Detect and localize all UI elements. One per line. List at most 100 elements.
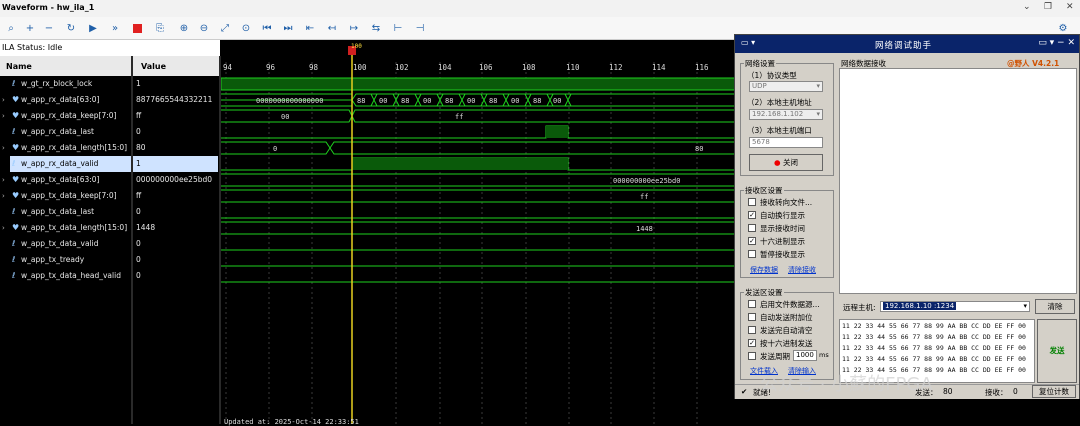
expand-chevron-icon[interactable]: › — [2, 188, 5, 204]
checkbox-checked[interactable]: ✓ — [748, 339, 756, 347]
checkbox[interactable] — [748, 250, 756, 258]
zoom-cursor-icon[interactable]: ⊙ — [238, 20, 254, 36]
checkbox[interactable] — [748, 352, 756, 360]
bus-icon: ♥ — [12, 111, 20, 120]
signal-row-gt-rx-block-lock[interactable]: ℓ w_gt_rx_block_lock — [0, 76, 131, 92]
protocol-select[interactable]: UDP ▾ — [749, 81, 823, 92]
bus-value-label: 88 — [445, 97, 453, 105]
marker-range-icon[interactable]: ⊣ — [412, 20, 428, 36]
expand-chevron-icon[interactable]: › — [2, 92, 5, 108]
reset-count-button[interactable]: 复位计数 — [1032, 385, 1076, 398]
expand-chevron-icon[interactable]: › — [2, 172, 5, 188]
checkbox[interactable] — [748, 224, 756, 232]
checkbox-checked[interactable]: ✓ — [748, 237, 756, 245]
bus-icon: ♥ — [12, 175, 20, 184]
signal-row-rx-data-last[interactable]: ℓ w_app_rx_data_last — [0, 124, 131, 140]
stop-icon[interactable] — [129, 20, 145, 36]
timeline-tick: 106 — [479, 63, 493, 72]
add-marker-icon[interactable]: ⇤ — [302, 20, 318, 36]
expand-chevron-icon[interactable]: › — [2, 140, 5, 156]
signal-value: 0 — [136, 255, 141, 264]
remote-host-select[interactable]: 192.168.1.10 :1234 ▾ — [880, 301, 1030, 312]
send-button[interactable]: 发送 — [1037, 319, 1077, 383]
checkbox[interactable] — [748, 300, 756, 308]
signal-value-list: 1 8877665544332211 ff 0 80 1 000000000ee… — [133, 76, 219, 424]
checkbox-label: 显示接收时间 — [760, 224, 805, 233]
network-assistant-titlebar[interactable]: ▭ ▾ 网络调试助手 ▭ ▾ − ✕ — [735, 35, 1079, 53]
signal-value-selected: 1 — [133, 156, 218, 172]
close-connection-button[interactable]: ● 关闭 — [749, 154, 823, 171]
run-trigger-icon[interactable]: ▶ — [85, 20, 101, 36]
port-input[interactable]: 5678 — [749, 137, 823, 148]
signal-value: 1448 — [136, 223, 156, 232]
signal-value: 8877665544332211 — [136, 95, 213, 104]
add-icon[interactable]: + — [22, 20, 38, 36]
marker-icon[interactable]: ⊢ — [390, 20, 406, 36]
signal-value: 80 — [136, 143, 146, 152]
restore-icon[interactable]: ❐ — [1044, 2, 1052, 12]
export-icon[interactable]: ⎘ — [152, 20, 168, 36]
zoom-in-icon[interactable]: ⊕ — [176, 20, 192, 36]
clear-receive-link[interactable]: 清除接收 — [788, 265, 816, 275]
checkbox-label: 按十六进制发送 — [760, 339, 813, 348]
search-icon[interactable]: ⌕ — [3, 20, 19, 36]
name-column-header[interactable]: Name — [6, 62, 32, 71]
maximize-icon[interactable]: ⌄ — [1023, 2, 1031, 12]
signal-row-tx-data[interactable]: › ♥ w_app_tx_data[63:0] — [0, 172, 131, 188]
host-select[interactable]: 192.168.1.102 ▾ — [749, 109, 823, 120]
run-immediate-icon[interactable]: » — [107, 20, 123, 36]
bus-value-label: 0 — [273, 145, 277, 153]
receive-data-pane[interactable] — [839, 68, 1077, 294]
app-menu-icon[interactable]: ▭ ▾ — [741, 38, 755, 47]
next-marker-icon[interactable]: ↦ — [346, 20, 362, 36]
timeline-tick: 112 — [609, 63, 623, 72]
bus-value-label: 00 — [467, 97, 475, 105]
bus-icon: ♥ — [12, 95, 20, 104]
window-controls[interactable]: ▭ ▾ − ✕ — [1038, 38, 1075, 48]
timeline-tick: 108 — [522, 63, 536, 72]
bus-value-label: ff — [640, 193, 648, 201]
signal-row-tx-data-valid[interactable]: ℓ w_app_tx_data_valid — [0, 236, 131, 252]
bus-value-label: 00 — [423, 97, 431, 105]
checkbox-checked[interactable]: ✓ — [748, 211, 756, 219]
checkbox[interactable] — [748, 326, 756, 334]
bus-value-label: 88 — [401, 97, 409, 105]
bus-icon: ♥ — [12, 223, 20, 232]
signal-row-rx-data[interactable]: › ♥ w_app_rx_data[63:0] — [0, 92, 131, 108]
swap-icon[interactable]: ⇆ — [368, 20, 384, 36]
zoom-fit-icon[interactable]: ⤢ — [217, 20, 233, 36]
signal-row-tx-data-last[interactable]: ℓ w_app_tx_data_last — [0, 204, 131, 220]
refresh-icon[interactable]: ↻ — [63, 20, 79, 36]
zoom-out-icon[interactable]: ⊖ — [196, 20, 212, 36]
bus-value-label: 88 — [533, 97, 541, 105]
signal-row-rx-data-keep[interactable]: › ♥ w_app_rx_data_keep[7:0] — [0, 108, 131, 124]
signal-row-rx-data-valid[interactable]: ℓ w_app_rx_data_valid — [10, 156, 131, 172]
cursor-label: 100 — [351, 43, 362, 50]
expand-chevron-icon[interactable]: › — [2, 220, 5, 236]
expand-chevron-icon[interactable]: › — [2, 108, 5, 124]
go-last-icon[interactable]: ⏭ — [280, 20, 296, 36]
timeline-tick: 100 — [353, 63, 367, 72]
timeline-ruler[interactable]: 94 96 98 100 102 104 106 108 110 112 114… — [223, 63, 709, 72]
wave-rx-length: 0 80 — [221, 141, 738, 155]
timeline-tick: 102 — [395, 63, 409, 72]
go-first-icon[interactable]: ⏮ — [259, 20, 275, 36]
remove-icon[interactable]: − — [41, 20, 57, 36]
signal-row-tx-tready[interactable]: ℓ w_app_tx_tready — [0, 252, 131, 268]
wave-tx-length: 1448 — [221, 221, 738, 235]
send-period-input[interactable]: 1000 — [793, 350, 817, 361]
signal-name-list: ℓ w_gt_rx_block_lock › ♥ w_app_rx_data[6… — [0, 76, 131, 424]
prev-marker-icon[interactable]: ↤ — [324, 20, 340, 36]
value-column-header[interactable]: Value — [141, 62, 166, 71]
checkbox[interactable] — [748, 313, 756, 321]
clear-button[interactable]: 清除 — [1035, 299, 1075, 314]
signal-row-tx-data-head-valid[interactable]: ℓ w_app_tx_data_head_valid — [0, 268, 131, 284]
waveform-area[interactable]: 94 96 98 100 102 104 106 108 110 112 114… — [221, 40, 738, 424]
close-icon[interactable]: ✕ — [1066, 2, 1074, 12]
signal-row-tx-data-length[interactable]: › ♥ w_app_tx_data_length[15:0] — [0, 220, 131, 236]
signal-value: 000000000ee25bd0 — [136, 175, 213, 184]
checkbox[interactable] — [748, 198, 756, 206]
save-data-link[interactable]: 保存数据 — [750, 265, 778, 275]
signal-row-rx-data-length[interactable]: › ♥ w_app_rx_data_length[15:0] — [0, 140, 131, 156]
signal-row-tx-data-keep[interactable]: › ♥ w_app_tx_data_keep[7:0] — [0, 188, 131, 204]
